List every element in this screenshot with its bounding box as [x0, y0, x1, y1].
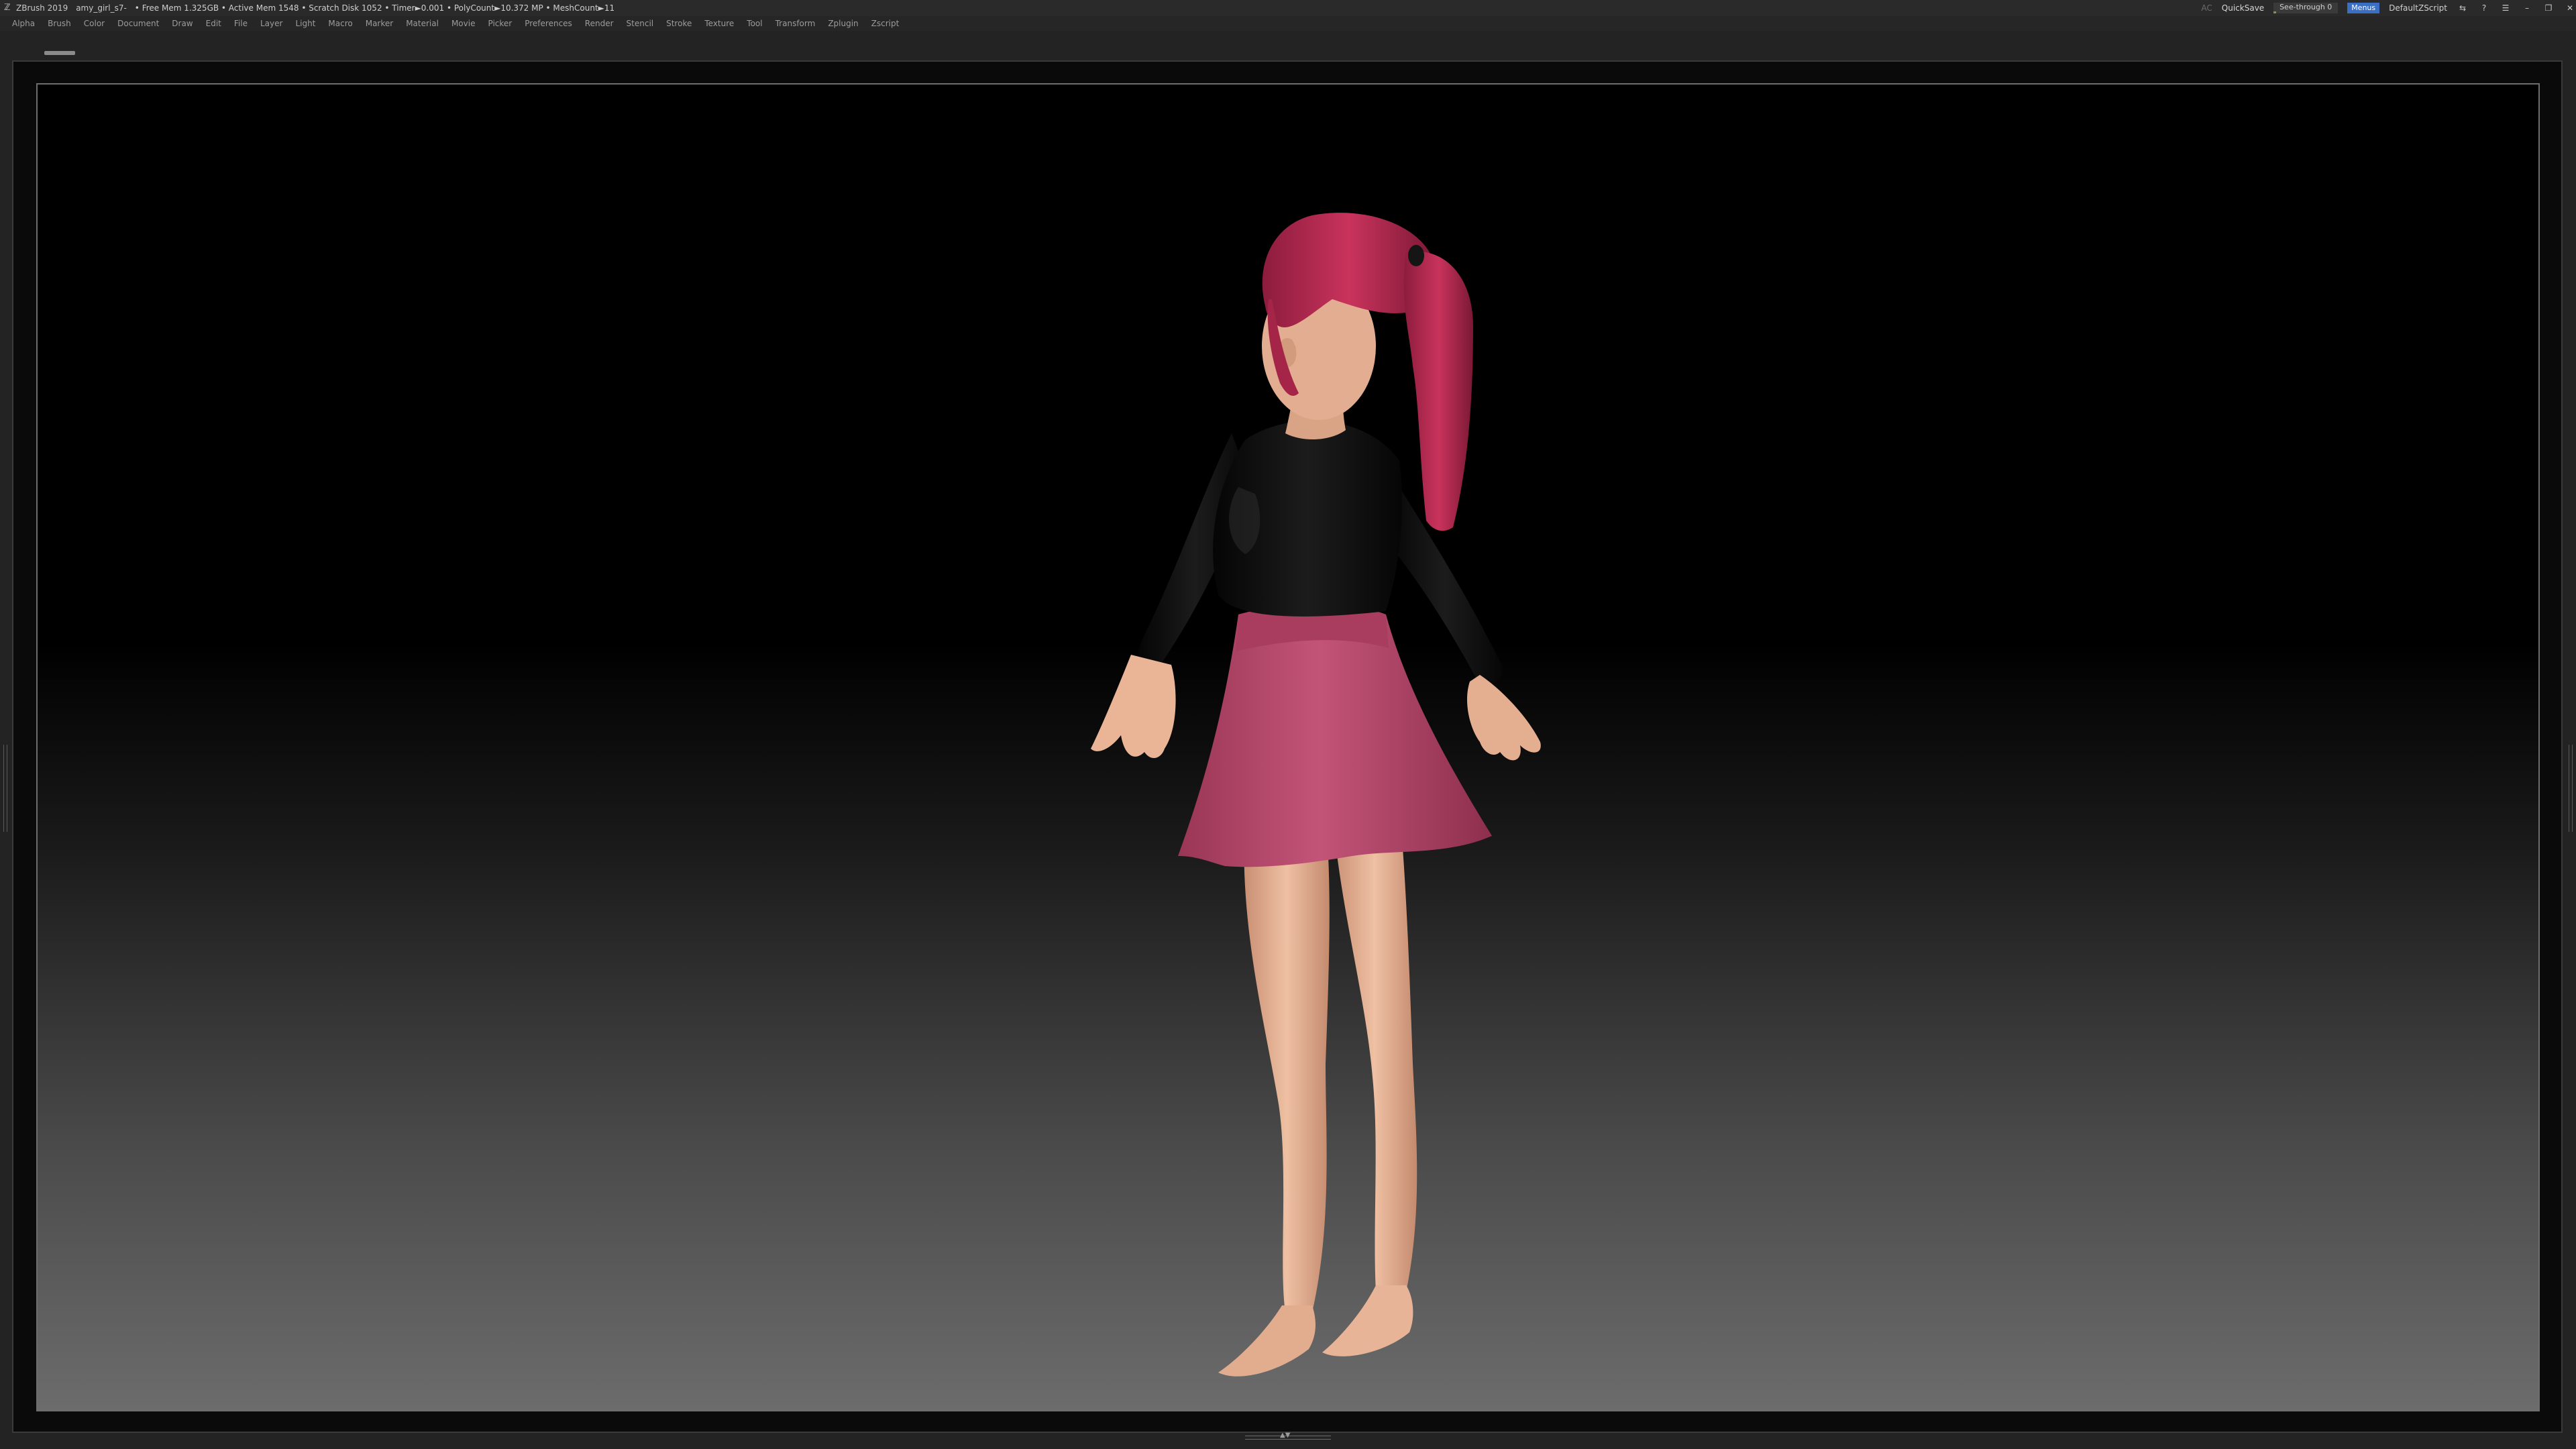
menu-document[interactable]: Document: [117, 19, 159, 28]
quicksave-button[interactable]: QuickSave: [2222, 3, 2264, 13]
top-tray: [0, 31, 2576, 60]
menu-bar: Alpha Brush Color Document Draw Edit Fil…: [0, 16, 2576, 31]
menu-preferences[interactable]: Preferences: [525, 19, 572, 28]
viewport-canvas[interactable]: [36, 83, 2540, 1411]
minimize-icon[interactable]: –: [2521, 3, 2533, 13]
menu-layer[interactable]: Layer: [260, 19, 282, 28]
right-leg: [1332, 809, 1417, 1292]
left-foot: [1218, 1305, 1316, 1377]
top-tray-handle[interactable]: [44, 51, 75, 55]
right-hand: [1466, 675, 1541, 761]
character-model: [1091, 213, 1541, 1377]
left-hand: [1091, 655, 1176, 759]
menu-alpha[interactable]: Alpha: [12, 19, 35, 28]
bottom-tray-arrows-icon[interactable]: ▲▼: [1280, 1432, 1290, 1439]
swap-icon[interactable]: ⇆: [2457, 3, 2469, 13]
title-bar: ℤ ZBrush 2019 amy_girl_s7- • Free Mem 1.…: [0, 0, 2576, 16]
left-leg: [1244, 816, 1330, 1312]
ac-toggle[interactable]: AC: [2201, 3, 2212, 13]
title-bar-right: AC QuickSave See-through 0 Menus Default…: [2192, 0, 2576, 16]
menu-texture[interactable]: Texture: [704, 19, 734, 28]
menu-picker[interactable]: Picker: [488, 19, 512, 28]
document-area: [12, 60, 2563, 1433]
hair-tie: [1408, 245, 1424, 266]
ponytail: [1403, 251, 1473, 531]
skirt: [1178, 604, 1492, 867]
palette-icon[interactable]: ☰: [2500, 3, 2512, 13]
close-icon[interactable]: ✕: [2564, 3, 2576, 13]
left-tray: [0, 60, 12, 1433]
menu-file[interactable]: File: [234, 19, 248, 28]
menu-color[interactable]: Color: [84, 19, 105, 28]
right-tray-grip[interactable]: [2569, 745, 2573, 832]
menus-toggle[interactable]: Menus: [2347, 3, 2380, 13]
memory-stats: • Free Mem 1.325GB • Active Mem 1548 • S…: [134, 3, 615, 13]
file-name: amy_girl_s7-: [76, 3, 127, 13]
menu-movie[interactable]: Movie: [451, 19, 476, 28]
right-tray: [2563, 60, 2576, 1433]
menu-light[interactable]: Light: [295, 19, 315, 28]
menu-transform[interactable]: Transform: [775, 19, 816, 28]
restore-icon[interactable]: ❐: [2542, 3, 2555, 13]
see-through-label: See-through 0: [2279, 3, 2332, 11]
menu-stencil[interactable]: Stencil: [627, 19, 654, 28]
see-through-slider[interactable]: See-through 0: [2273, 3, 2339, 13]
bottom-tray: ▲▼: [0, 1432, 2576, 1449]
menu-stroke[interactable]: Stroke: [666, 19, 692, 28]
menu-macro[interactable]: Macro: [328, 19, 352, 28]
menu-edit[interactable]: Edit: [206, 19, 221, 28]
menu-zscript[interactable]: Zscript: [871, 19, 900, 28]
app-title: ZBrush 2019: [16, 3, 68, 13]
right-foot: [1322, 1285, 1413, 1356]
menu-marker[interactable]: Marker: [366, 19, 393, 28]
see-through-fill: [2273, 11, 2277, 13]
menu-brush[interactable]: Brush: [48, 19, 71, 28]
help-icon[interactable]: ?: [2478, 3, 2490, 13]
menu-tool[interactable]: Tool: [747, 19, 762, 28]
default-zscript-button[interactable]: DefaultZScript: [2389, 3, 2447, 13]
zbrush-window: ℤ ZBrush 2019 amy_girl_s7- • Free Mem 1.…: [0, 0, 2576, 1449]
left-tray-grip[interactable]: [3, 745, 7, 832]
menu-draw[interactable]: Draw: [172, 19, 193, 28]
menu-render[interactable]: Render: [585, 19, 614, 28]
menu-zplugin[interactable]: Zplugin: [828, 19, 858, 28]
menu-material[interactable]: Material: [406, 19, 439, 28]
zbrush-logo-icon: ℤ: [4, 3, 11, 13]
